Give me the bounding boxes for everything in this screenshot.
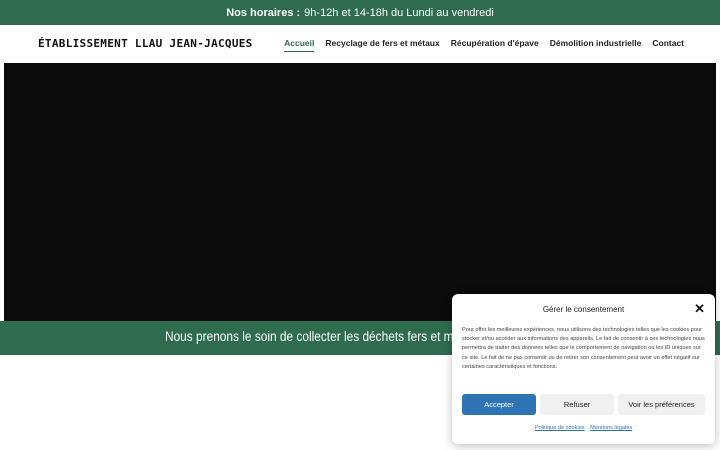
cookie-title: Gérer le consentement bbox=[542, 305, 625, 314]
cookie-links: Politique de cookies Mentions légales bbox=[452, 425, 715, 431]
nav-item-contact[interactable]: Contact bbox=[652, 38, 684, 52]
cookie-consent-dialog: Gérer le consentement ✕ Pour offrir les … bbox=[452, 294, 715, 444]
site-logo[interactable]: Établissement Llau Jean-Jacques bbox=[38, 37, 253, 50]
banner-text: Nous prenons le soin de collecter les dé… bbox=[165, 329, 483, 344]
hero-video[interactable] bbox=[4, 63, 716, 321]
hours-text: 9h-12h et 14-18h du Lundi au vendredi bbox=[304, 6, 494, 19]
nav-item-demolition[interactable]: Démolition industrielle bbox=[550, 38, 642, 52]
nav-item-recuperation[interactable]: Récupération d'épave bbox=[451, 38, 539, 52]
site-header: Établissement Llau Jean-Jacques Accueil … bbox=[0, 25, 720, 63]
cookie-policy-link[interactable]: Politique de cookies bbox=[535, 425, 585, 431]
accept-button[interactable]: Accepter bbox=[462, 394, 536, 415]
cookie-description: Pour offrir les meilleures expériences, … bbox=[462, 327, 705, 370]
nav-item-recyclage[interactable]: Recyclage de fers et métaux bbox=[325, 38, 439, 52]
refuse-button[interactable]: Refuser bbox=[540, 394, 614, 415]
main-nav: Accueil Recyclage de fers et métaux Récu… bbox=[284, 38, 684, 52]
nav-item-accueil[interactable]: Accueil bbox=[284, 38, 315, 52]
top-info-bar: Nos horaires : 9h-12h et 14-18h du Lundi… bbox=[0, 0, 720, 25]
preferences-button[interactable]: Voir les préférences bbox=[618, 394, 705, 415]
legal-notice-link[interactable]: Mentions légales bbox=[590, 425, 632, 431]
close-icon[interactable]: ✕ bbox=[694, 301, 705, 317]
hours-label: Nos horaires : bbox=[226, 6, 301, 19]
